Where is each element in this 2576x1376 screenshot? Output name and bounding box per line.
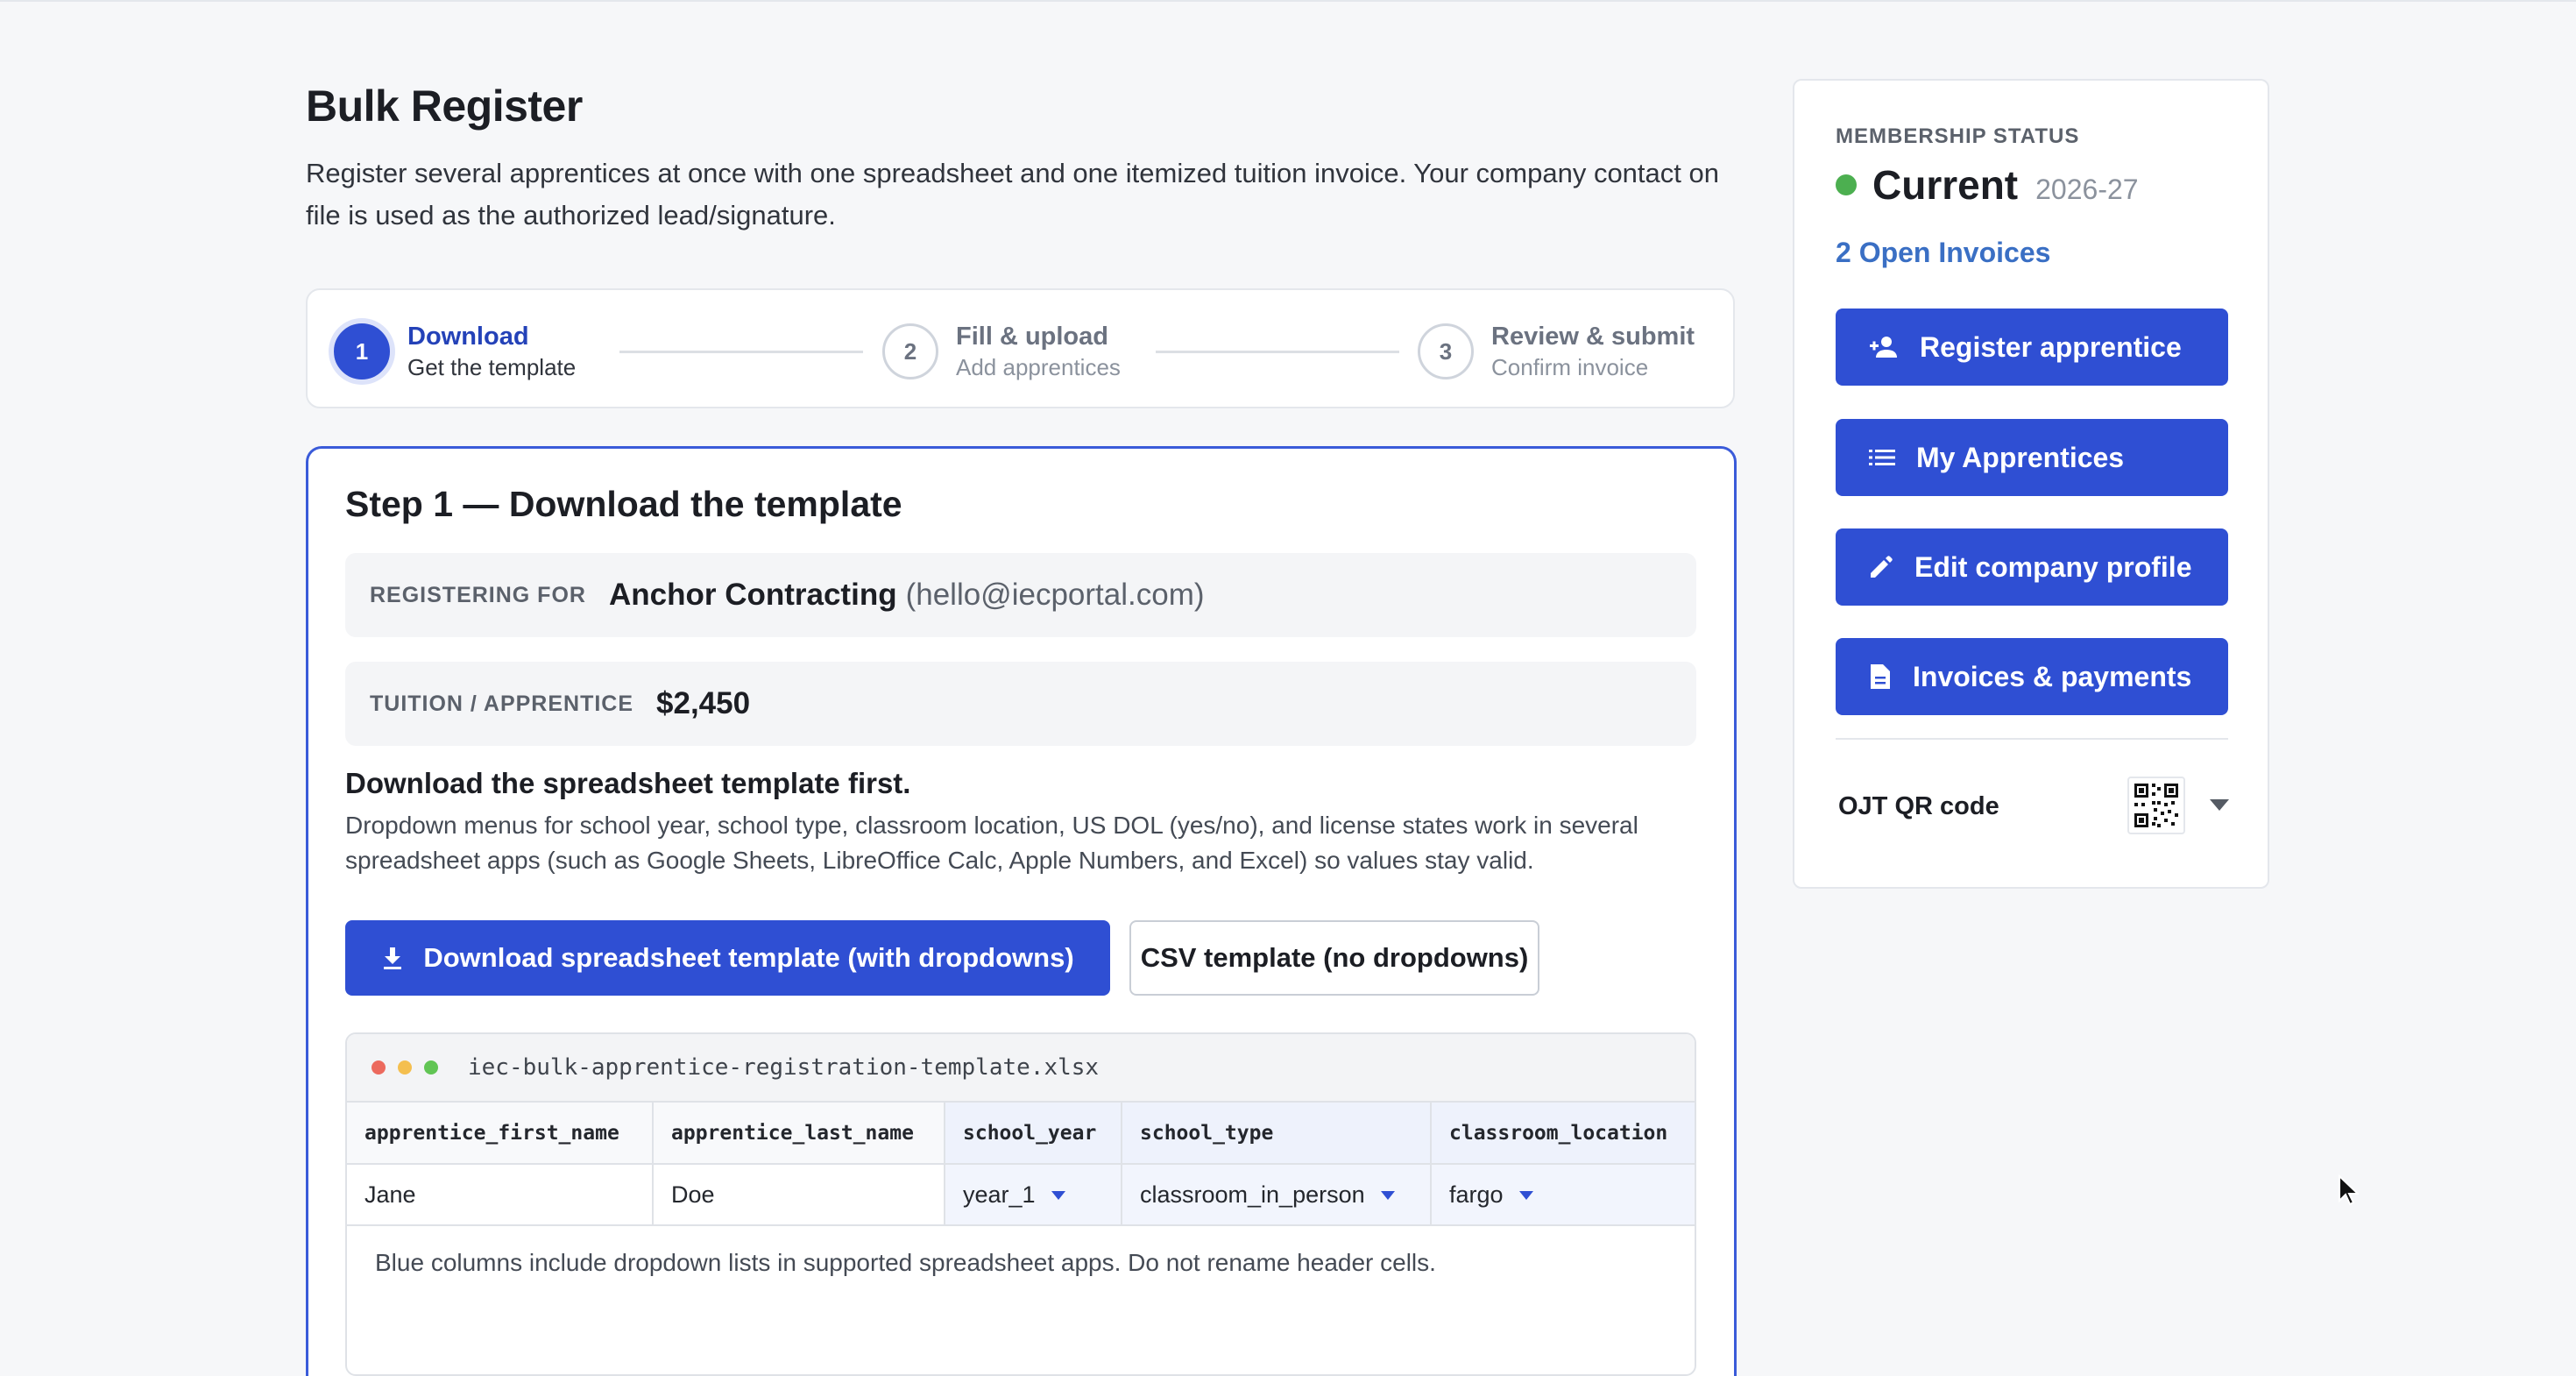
page-intro: Register several apprentices at once wit… <box>306 158 1719 231</box>
open-invoices-link[interactable]: 2 Open Invoices <box>1836 237 2050 269</box>
column-header: classroom_location <box>1431 1103 1695 1165</box>
window-minimize-dot <box>398 1060 412 1075</box>
registering-for-box: Registering for Anchor Contracting (hell… <box>345 553 1696 637</box>
company-email: (hello@iecportal.com) <box>905 578 1205 612</box>
top-border <box>0 0 2576 2</box>
step1-title: Step 1 — Download the template <box>345 484 902 524</box>
status-indicator-icon <box>1836 174 1857 195</box>
step-download[interactable]: 1 Download Get the template <box>334 320 576 383</box>
sidebar-divider <box>1836 738 2228 740</box>
header-row: apprentice_first_name apprentice_last_na… <box>347 1103 1695 1165</box>
column-header: apprentice_last_name <box>653 1103 945 1165</box>
status-year: 2026-27 <box>2035 174 2139 205</box>
cell-value: fargo <box>1449 1181 1504 1208</box>
invoices-payments-label: Invoices & payments <box>1913 660 2192 692</box>
step-connector <box>619 351 863 353</box>
download-icon <box>381 946 404 970</box>
qr-code-icon[interactable] <box>2127 777 2185 834</box>
csv-template-label: CSV template (no dropdowns) <box>1140 942 1529 973</box>
step-review-submit[interactable]: 3 Review & submit Confirm invoice <box>1418 320 1695 383</box>
step-fill-upload[interactable]: 2 Fill & upload Add apprentices <box>882 320 1121 383</box>
step-subtitle: Confirm invoice <box>1491 354 1649 380</box>
spreadsheet-grid: apprentice_first_name apprentice_last_na… <box>347 1103 1695 1226</box>
tuition-label: Tuition / apprentice <box>370 691 634 716</box>
window-maximize-dot <box>424 1060 438 1075</box>
chevron-down-icon[interactable] <box>2210 799 2229 811</box>
dropdown-caret-icon <box>1518 1191 1533 1201</box>
mouse-cursor-icon <box>2338 1174 2360 1210</box>
cell-value: Jane <box>364 1181 416 1208</box>
download-description: Dropdown menus for school year, school t… <box>345 812 1638 874</box>
step-title: Fill & upload <box>956 323 1108 351</box>
column-header: school_type <box>1122 1103 1432 1165</box>
membership-sidebar: MEMBERSHIP STATUS Current 2026-27 2 Open… <box>1793 79 2269 889</box>
table-cell: Doe <box>653 1164 945 1226</box>
spreadsheet-note: Blue columns include dropdown lists in s… <box>375 1249 1436 1276</box>
download-template-button[interactable]: Download spreadsheet template (with drop… <box>345 920 1110 996</box>
step-title: Review & submit <box>1491 323 1695 351</box>
table-cell: classroom_in_person <box>1122 1164 1432 1226</box>
page-title: Bulk Register <box>306 82 583 131</box>
dropdown-caret-icon <box>1380 1191 1395 1201</box>
column-header: school_year <box>945 1103 1122 1165</box>
spreadsheet-titlebar: iec-bulk-apprentice-registration-templat… <box>347 1034 1695 1103</box>
window-close-dot <box>372 1060 386 1075</box>
step-connector <box>1156 351 1399 353</box>
download-template-label: Download spreadsheet template (with drop… <box>423 942 1074 973</box>
main-content: Bulk Register Register several apprentic… <box>306 77 1737 1376</box>
membership-label: MEMBERSHIP STATUS <box>1836 124 2080 148</box>
table-cell: Jane <box>347 1164 654 1226</box>
step-subtitle: Add apprentices <box>956 354 1121 380</box>
dropdown-caret-icon <box>1051 1191 1065 1201</box>
status-text: Current <box>1872 162 2019 208</box>
download-heading: Download the spreadsheet template first. <box>345 767 911 799</box>
step-title: Download <box>407 323 529 351</box>
step-number: 3 <box>1418 323 1474 379</box>
tuition-value: $2,450 <box>656 686 751 720</box>
table-row: Jane Doe year_1 classroom_in_person farg… <box>347 1164 1695 1226</box>
document-icon <box>1869 663 1892 690</box>
ojt-qr-label: OJT QR code <box>1838 792 1999 820</box>
my-apprentices-button[interactable]: My Apprentices <box>1836 419 2228 496</box>
membership-status: Current 2026-27 <box>1836 161 2139 209</box>
list-icon <box>1869 448 1895 467</box>
csv-template-button[interactable]: CSV template (no dropdowns) <box>1129 920 1539 996</box>
edit-company-profile-label: Edit company profile <box>1914 550 2192 583</box>
register-apprentice-label: Register apprentice <box>1920 330 2182 363</box>
person-add-icon <box>1869 336 1899 358</box>
cell-value: year_1 <box>963 1181 1036 1208</box>
table-cell: fargo <box>1431 1164 1695 1226</box>
step1-card: Step 1 — Download the template Registeri… <box>306 446 1737 1376</box>
table-cell: year_1 <box>945 1164 1122 1226</box>
invoices-payments-button[interactable]: Invoices & payments <box>1836 638 2228 715</box>
spreadsheet-filename: iec-bulk-apprentice-registration-templat… <box>468 1054 1100 1081</box>
register-apprentice-button[interactable]: Register apprentice <box>1836 309 2228 386</box>
step-subtitle: Get the template <box>407 354 577 380</box>
company-name: Anchor Contracting <box>608 578 897 612</box>
progress-stepper: 1 Download Get the template 2 Fill & upl… <box>306 288 1735 408</box>
step-number: 1 <box>334 323 390 379</box>
spreadsheet-preview: iec-bulk-apprentice-registration-templat… <box>345 1032 1696 1376</box>
pencil-icon <box>1869 555 1893 579</box>
my-apprentices-label: My Apprentices <box>1916 441 2125 473</box>
step-number: 2 <box>882 323 938 379</box>
cell-value: Doe <box>671 1181 715 1208</box>
tuition-box: Tuition / apprentice $2,450 <box>345 662 1696 746</box>
registering-label: Registering for <box>370 582 586 607</box>
cell-value: classroom_in_person <box>1140 1181 1365 1208</box>
column-header: apprentice_first_name <box>347 1103 654 1165</box>
edit-company-profile-button[interactable]: Edit company profile <box>1836 528 2228 606</box>
